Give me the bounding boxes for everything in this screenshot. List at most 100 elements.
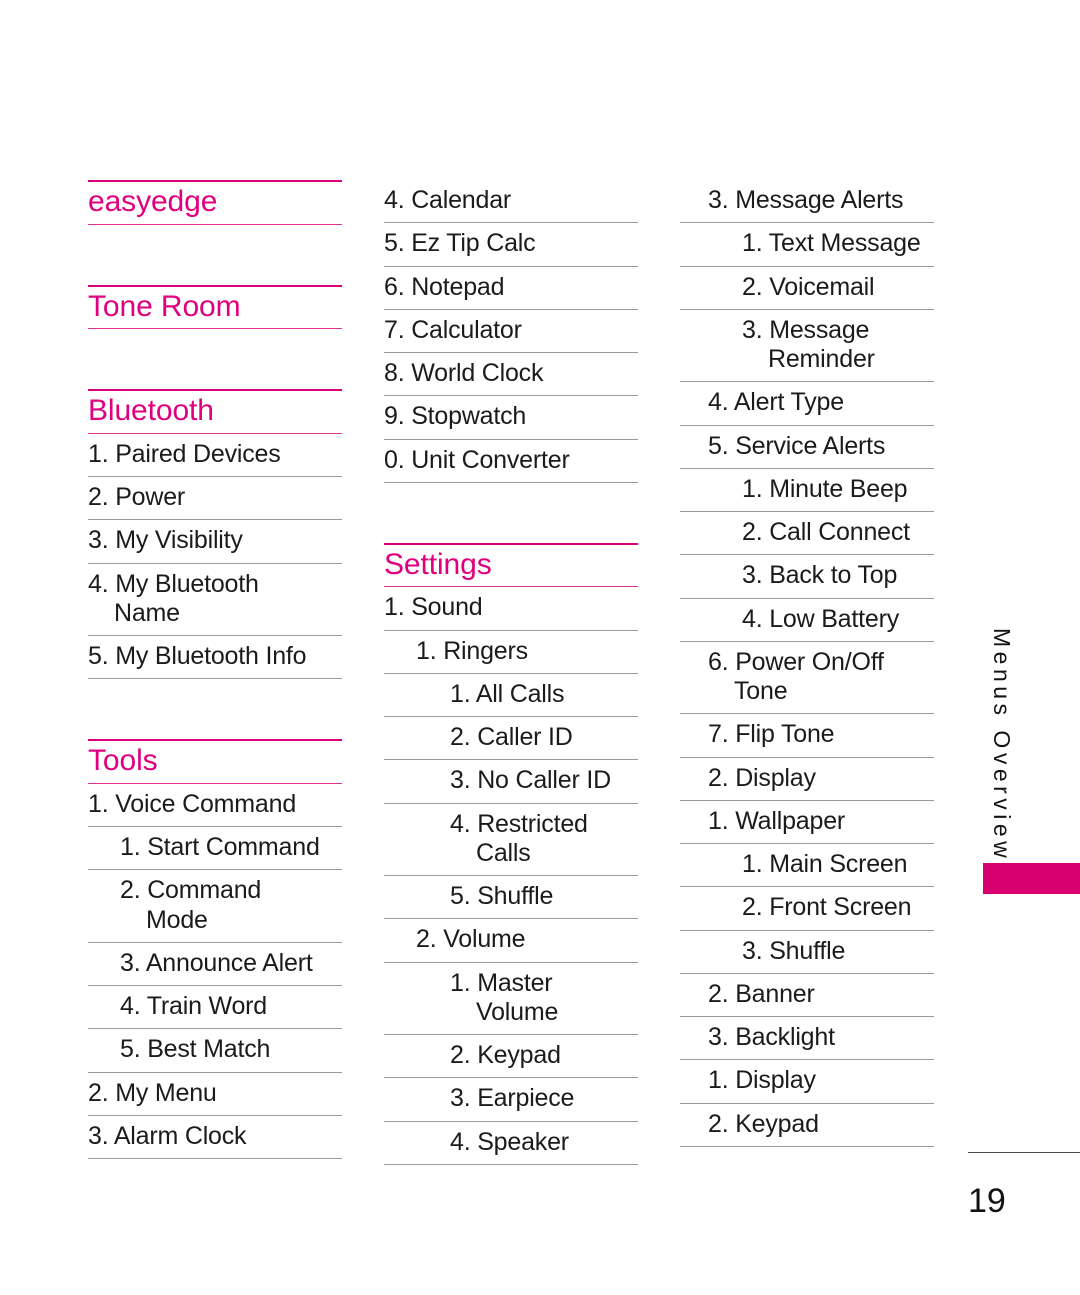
menu-item-label: 5. Ez Tip Calc: [384, 229, 536, 258]
menu-item-label-wrap: Reminder: [768, 345, 875, 373]
menu-item-label: 5. Shuffle: [450, 882, 554, 911]
menu-item: 6. Notepad: [384, 267, 638, 310]
menu-item-label: 1. Wallpaper: [708, 806, 846, 835]
menu-item: 7. Calculator: [384, 310, 638, 353]
menu-item: 2. Keypad: [384, 1035, 638, 1079]
menu-item-label: 1. Paired Devices: [88, 439, 281, 468]
menu-item: 8. World Clock: [384, 353, 638, 397]
menu-item: 3. Earpiece: [384, 1078, 638, 1122]
menu-item-label: 1. Ringers: [416, 636, 528, 665]
menu-item: 5. Shuffle: [384, 876, 638, 920]
menu-item: 2. Voicemail: [680, 267, 934, 310]
menu-item-label: 4. Low Battery: [742, 604, 900, 633]
menu-item-label: 2. Display: [708, 763, 816, 792]
menu-item-label: 9. Stopwatch: [384, 402, 527, 431]
menu-item-label: 2. Voicemail: [742, 272, 875, 301]
menu-item-label: 1. Master: [450, 968, 553, 997]
menu-item-label: 6. Power On/Off: [708, 647, 884, 676]
menu-item: 7. Flip Tone: [680, 714, 934, 758]
menu-item-label: 2. Command: [120, 876, 262, 905]
menu-list: 3. Message Alerts 1. Text Message 2. Voice…: [680, 180, 934, 1147]
menu-item-label: 5. My Bluetooth Info: [88, 642, 307, 671]
menu-list: 1. Paired Devices 2. Power 3. My Visibilit…: [88, 434, 342, 680]
menu-section: Tools 1. Voice Command 1. Start Command 2. …: [88, 739, 342, 1160]
menu-item: 3. Shuffle: [680, 931, 934, 974]
menu-item: 2. Front Screen: [680, 887, 934, 931]
menu-item: 3. Message Reminder: [680, 310, 934, 383]
menu-item-label: 2. Volume: [416, 925, 526, 954]
menu-item-label: 1. Minute Beep: [742, 474, 908, 503]
menu-item: 2. Command Mode: [88, 870, 342, 943]
menu-list: 1. Sound 1. Ringers 1. All Calls 2. Caller …: [384, 587, 638, 1165]
menu-item: 9. Stopwatch: [384, 396, 638, 440]
menu-item-label: 2. Keypad: [450, 1041, 561, 1070]
menu-item: 2. Banner: [680, 974, 934, 1017]
menu-item-label: 2. Keypad: [708, 1109, 819, 1138]
menu-section: 3. Message Alerts 1. Text Message 2. Voice…: [680, 180, 934, 1147]
menu-item: 1. Wallpaper: [680, 801, 934, 844]
menu-item-label: 3. Alarm Clock: [88, 1121, 247, 1150]
menu-item-label: 2. Call Connect: [742, 518, 910, 546]
menu-item: 4. Calendar: [384, 180, 638, 224]
menu-item: 4. Train Word: [88, 986, 342, 1030]
menu-item: 1. Ringers: [384, 631, 638, 674]
menu-item: 3. Back to Top: [680, 555, 934, 599]
section-heading: easyedge: [88, 180, 342, 225]
menu-section: 4. Calendar 5. Ez Tip Calc 6. Notepad 7. Ca…: [384, 180, 638, 483]
menu-item: 1. Sound: [384, 587, 638, 631]
menu-item: 5. Ez Tip Calc: [384, 223, 638, 267]
menu-list: 4. Calendar 5. Ez Tip Calc 6. Notepad 7. Ca…: [384, 180, 638, 483]
side-tab: Menus Overview: [975, 628, 1015, 862]
menu-item: 3. Announce Alert: [88, 943, 342, 987]
menu-item-label: 1. Voice Command: [88, 789, 297, 818]
menu-item-label: 3. Back to Top: [742, 561, 898, 590]
menu-item-label: 4. Restricted: [450, 809, 588, 838]
menu-item-label: 4. Speaker: [450, 1127, 569, 1156]
menu-item: 5. Service Alerts: [680, 426, 934, 469]
menu-section: Settings 1. Sound 1. Ringers 1. All Calls 2.…: [384, 542, 638, 1165]
menu-item-label: 1. Text Message: [742, 229, 921, 258]
menu-item-label: 4. Train Word: [120, 992, 267, 1021]
menu-columns: easyedge Tone Room Bluetooth 1. Paired Devi…: [88, 180, 958, 1165]
page-number: 19: [968, 1182, 1006, 1220]
menu-item-label-wrap: Mode: [146, 905, 208, 934]
section-heading: Bluetooth: [88, 389, 342, 434]
menu-item-label: 2. Front Screen: [742, 893, 912, 922]
menu-item-label-wrap: Tone: [734, 677, 788, 705]
menu-item-label: 1. Main Screen: [742, 850, 908, 878]
menu-item-label: 3. Message: [742, 315, 870, 344]
menu-section: Tone Room: [88, 284, 342, 330]
menu-item-label: 3. Backlight: [708, 1023, 835, 1051]
manual-page: easyedge Tone Room Bluetooth 1. Paired Devi…: [0, 0, 1080, 1295]
menu-item: 2. My Menu: [88, 1073, 342, 1116]
section-heading: Settings: [384, 542, 638, 588]
menu-item: 2. Volume: [384, 919, 638, 963]
menu-item: 1. Display: [680, 1060, 934, 1104]
column-left: easyedge Tone Room Bluetooth 1. Paired Devi…: [88, 180, 342, 1165]
menu-item-label: 4. My Bluetooth: [88, 569, 259, 598]
menu-item-label: 6. Notepad: [384, 272, 505, 301]
menu-item-label: 2. Power: [88, 483, 186, 512]
menu-item-label: 1. Sound: [384, 593, 483, 622]
menu-item: 1. Paired Devices: [88, 434, 342, 478]
menu-item: 1. Start Command: [88, 827, 342, 871]
menu-item: 1. Master Volume: [384, 963, 638, 1036]
menu-item: 1. All Calls: [384, 674, 638, 718]
menu-item-label: 4. Alert Type: [708, 388, 844, 417]
footer-divider: [968, 1152, 1080, 1153]
menu-item-label: 8. World Clock: [384, 359, 544, 387]
menu-item-label: 3. Message Alerts: [708, 186, 904, 214]
menu-item: 2. Keypad: [680, 1104, 934, 1147]
menu-item-label: 5. Best Match: [120, 1035, 271, 1064]
menu-item: 4. Low Battery: [680, 599, 934, 642]
section-heading: Tone Room: [88, 284, 342, 330]
menu-item: 1. Minute Beep: [680, 469, 934, 512]
column-right: 3. Message Alerts 1. Text Message 2. Voice…: [680, 180, 934, 1165]
menu-item-label: 4. Calendar: [384, 186, 512, 214]
menu-item: 0. Unit Converter: [384, 440, 638, 483]
section-title: Settings: [384, 547, 492, 581]
